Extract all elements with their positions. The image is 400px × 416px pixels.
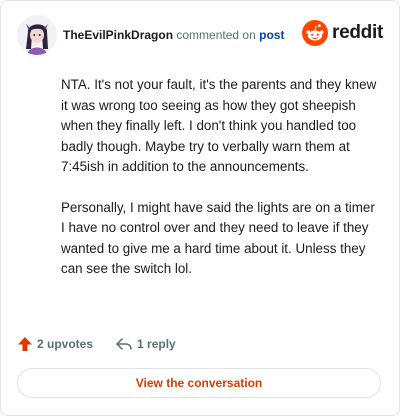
reddit-snoo-icon (302, 20, 329, 46)
comment-actions: 2 upvotes 1 reply (17, 335, 176, 353)
view-conversation-button[interactable]: View the conversation (17, 368, 381, 398)
arrow-up-icon (18, 337, 32, 351)
author-link[interactable]: TheEvilPinkDragon (63, 28, 173, 42)
comment-embed-card: TheEvilPinkDragon commented on post redd… (0, 0, 400, 416)
reply-arrow-icon (116, 338, 132, 350)
avatar-image (17, 15, 57, 55)
meta-action-text: commented on (176, 28, 256, 42)
upvotes-button[interactable]: 2 upvotes (17, 336, 93, 352)
replies-count: 1 reply (137, 337, 176, 351)
post-link[interactable]: post (259, 28, 284, 42)
upvotes-count: 2 upvotes (37, 337, 94, 351)
comment-paragraph: NTA. It's not your fault, it's the paren… (61, 77, 377, 174)
avatar[interactable] (17, 15, 57, 55)
comment-paragraph: Personally, I might have said the lights… (61, 199, 375, 277)
reddit-wordmark: reddit (332, 22, 383, 43)
comment-meta: TheEvilPinkDragon commented on post (63, 27, 284, 43)
comment-body: NTA. It's not your fault, it's the paren… (61, 75, 381, 300)
reddit-logo[interactable]: reddit (302, 19, 383, 47)
comment-header: TheEvilPinkDragon commented on post redd… (17, 15, 383, 55)
reply-button[interactable]: 1 reply (115, 336, 176, 352)
